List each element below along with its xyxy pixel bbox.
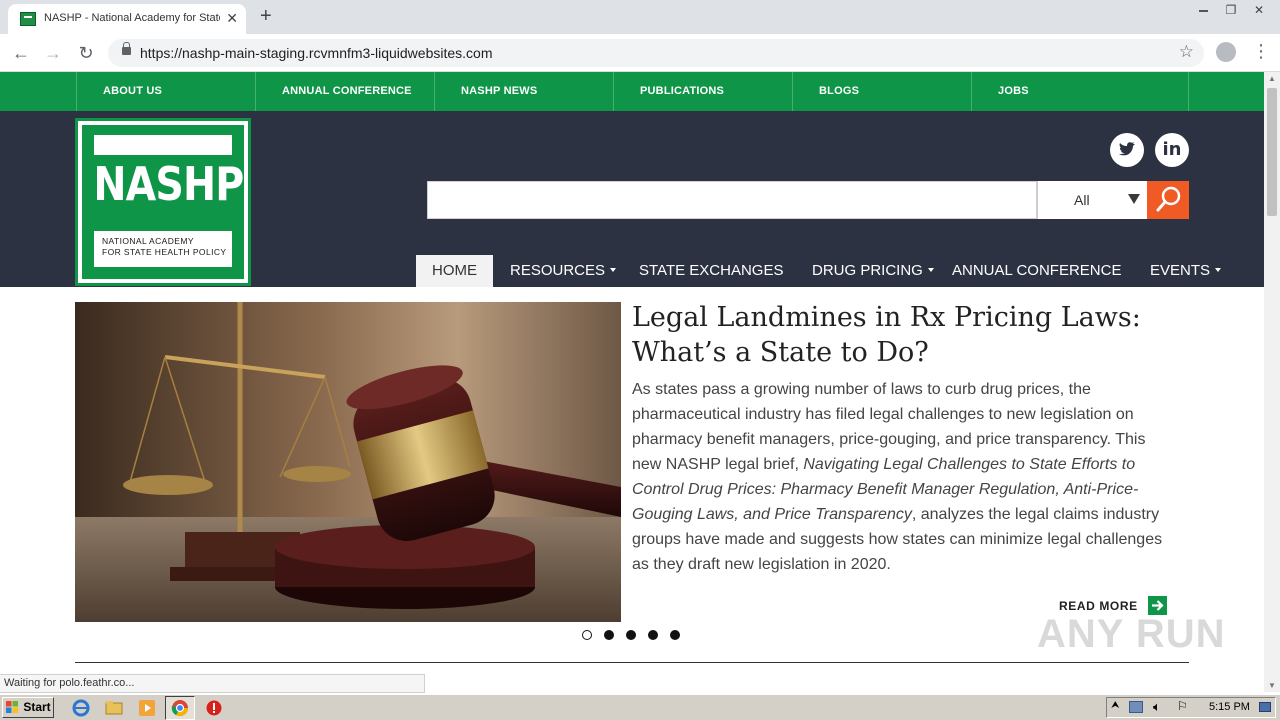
carousel-dot-4[interactable] [648, 630, 658, 640]
hero-image[interactable] [75, 302, 621, 622]
carousel-dot-3[interactable] [626, 630, 636, 640]
mainnav-events-label: EVENTS [1150, 262, 1211, 279]
network-icon[interactable] [1129, 701, 1143, 713]
topnav-blogs[interactable]: BLOGS [792, 72, 971, 111]
site-header: NASHP NATIONAL ACADEMY FOR STATE HEALTH … [0, 111, 1264, 287]
file-explorer-icon[interactable] [105, 699, 123, 717]
page-scrollbar[interactable]: ▲ ▼ [1264, 72, 1280, 692]
mainnav-drug-pricing[interactable]: DRUG PRICING [812, 255, 934, 287]
logo-bar [94, 135, 232, 155]
mainnav-state-exchanges[interactable]: STATE EXCHANGES [639, 255, 783, 287]
search-scope-select[interactable]: All [1037, 181, 1147, 219]
logo-wordmark: NASHP [93, 157, 244, 211]
utility-nav: ABOUT US ANNUAL CONFERENCE NASHP NEWS PU… [0, 72, 1264, 111]
search-scope-value: All [1074, 192, 1090, 208]
browser-tab[interactable]: NASHP - National Academy for State Healt… [8, 4, 246, 34]
logo-subtitle-line-2: FOR STATE HEALTH POLICY [102, 247, 227, 257]
caret-down-icon [1128, 194, 1140, 204]
back-icon[interactable]: ← [10, 42, 32, 64]
twitter-icon[interactable] [1110, 133, 1144, 167]
forward-icon[interactable]: → [42, 42, 64, 64]
profile-avatar-icon[interactable] [1216, 42, 1236, 62]
start-label: Start [23, 700, 51, 714]
search-input[interactable] [427, 181, 1037, 219]
mainnav-events[interactable]: EVENTS [1150, 255, 1222, 287]
show-desktop-icon[interactable] [1259, 702, 1271, 712]
status-bubble: Waiting for polo.feathr.co... [0, 674, 425, 693]
window-controls: ❐ ✕ [1188, 0, 1272, 20]
volume-icon[interactable]: 🔈︎ [1153, 699, 1161, 715]
search-button[interactable] [1147, 181, 1189, 219]
page-viewport: ABOUT US ANNUAL CONFERENCE NASHP NEWS PU… [0, 72, 1264, 692]
scroll-up-icon[interactable]: ▲ [1264, 74, 1280, 83]
topnav-about-us[interactable]: ABOUT US [76, 72, 255, 111]
bookmark-star-icon[interactable]: ☆ [1179, 42, 1194, 62]
internet-explorer-icon[interactable] [72, 699, 90, 717]
mainnav-drug-pricing-label: DRUG PRICING [812, 262, 923, 279]
topnav-publications[interactable]: PUBLICATIONS [613, 72, 792, 111]
carousel-dot-1[interactable] [582, 630, 592, 640]
media-player-icon[interactable] [138, 699, 156, 717]
nashp-logo[interactable]: NASHP NATIONAL ACADEMY FOR STATE HEALTH … [75, 118, 251, 286]
logo-subtitle-line-1: NATIONAL ACADEMY [102, 236, 194, 246]
mainnav-resources[interactable]: RESOURCES [510, 255, 617, 287]
tab-title: NASHP - National Academy for State Healt… [44, 12, 220, 24]
mainnav-resources-label: RESOURCES [510, 262, 606, 279]
stop-icon[interactable] [205, 699, 223, 717]
caret-down-icon [1215, 268, 1222, 273]
windows-flag-icon [6, 701, 18, 713]
close-window-icon[interactable]: ✕ [1246, 0, 1272, 18]
lock-icon [122, 42, 131, 55]
new-tab-button[interactable]: + [260, 6, 272, 26]
topnav-annual-conference[interactable]: ANNUAL CONFERENCE [255, 72, 434, 111]
anyrun-watermark: ANY RUN [1037, 612, 1226, 656]
browser-toolbar: ← → ↻ https://nashp-main-staging.rcvmnfm… [0, 34, 1280, 72]
browser-menu-icon[interactable]: ⋮ [1252, 40, 1270, 62]
carousel-dot-2[interactable] [604, 630, 614, 640]
address-bar[interactable]: https://nashp-main-staging.rcvmnfm3-liqu… [108, 39, 1204, 67]
caret-down-icon [610, 268, 617, 273]
system-tray: ⮝ 🔈︎ ⚐ 5:15 PM [1106, 697, 1276, 718]
caret-down-icon [927, 268, 934, 273]
scroll-down-icon[interactable]: ▼ [1264, 681, 1280, 690]
browser-tab-strip: NASHP - National Academy for State Healt… [0, 0, 1280, 34]
flag-icon[interactable]: ⚐ [1177, 699, 1188, 713]
topnav-divider [1188, 72, 1189, 111]
hero-title[interactable]: Legal Landmines in Rx Pricing Laws: What… [632, 300, 1172, 370]
restore-icon[interactable]: ❐ [1218, 0, 1244, 18]
logo-panel: NASHP NATIONAL ACADEMY FOR STATE HEALTH … [82, 125, 244, 279]
topnav-nashp-news[interactable]: NASHP NEWS [434, 72, 613, 111]
chrome-icon [171, 700, 189, 717]
logo-subtitle-box: NATIONAL ACADEMY FOR STATE HEALTH POLICY [94, 231, 232, 267]
search-icon [1156, 186, 1181, 212]
hero-body: As states pass a growing number of laws … [632, 377, 1172, 577]
tab-close-icon[interactable]: ✕ [226, 10, 238, 26]
nashp-favicon-icon [20, 12, 36, 26]
url-text[interactable]: https://nashp-main-staging.rcvmnfm3-liqu… [140, 45, 492, 61]
mainnav-annual-conference[interactable]: ANNUAL CONFERENCE [952, 255, 1121, 287]
minimize-icon[interactable] [1190, 0, 1216, 18]
tray-expand-icon[interactable]: ⮝ [1111, 700, 1120, 711]
section-divider [75, 662, 1189, 663]
topnav-jobs[interactable]: JOBS [971, 72, 1188, 111]
scroll-thumb[interactable] [1267, 88, 1277, 216]
reload-icon[interactable]: ↻ [75, 42, 97, 64]
linkedin-icon[interactable]: in [1155, 133, 1189, 167]
start-button[interactable]: Start [2, 697, 54, 718]
windows-taskbar: Start ⮝ 🔈︎ ⚐ 5:15 PM [0, 694, 1280, 720]
clock[interactable]: 5:15 PM [1209, 701, 1250, 713]
chrome-taskbar-button[interactable] [165, 696, 195, 720]
mainnav-home[interactable]: HOME [416, 255, 493, 287]
carousel-dot-5[interactable] [670, 630, 680, 640]
